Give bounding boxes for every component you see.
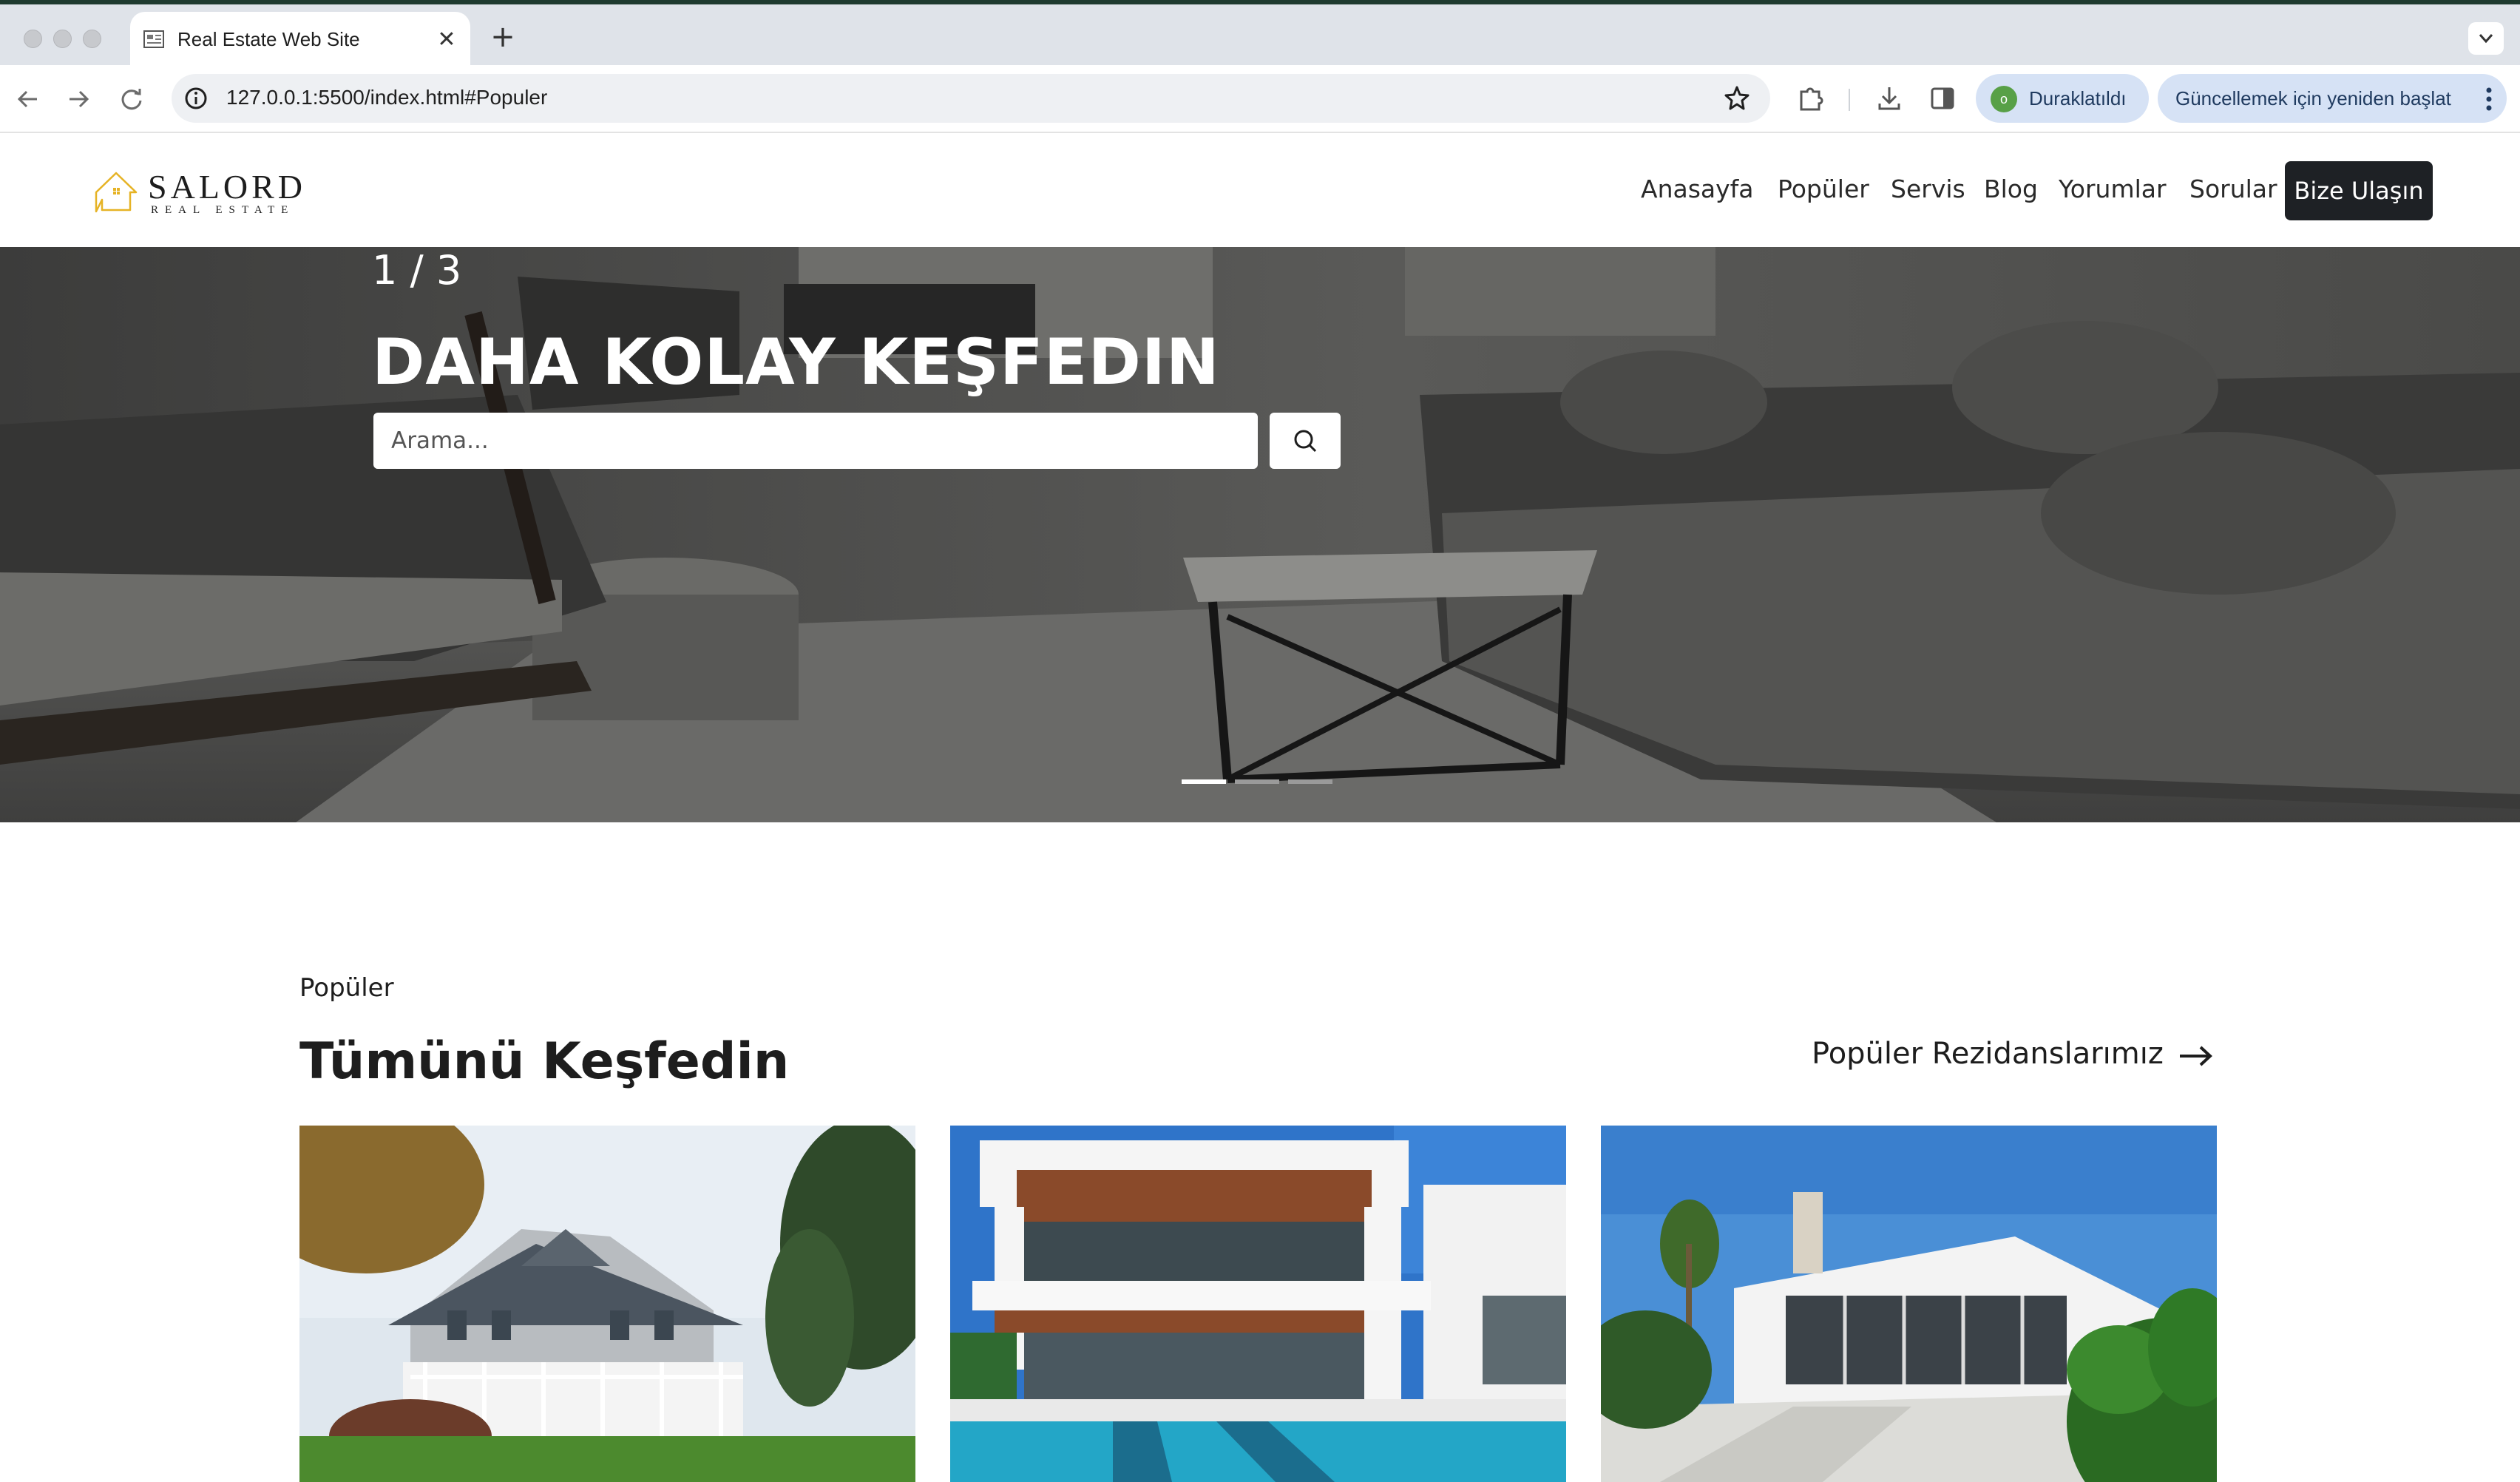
- tab-title: Real Estate Web Site: [177, 28, 360, 50]
- tab-search-button[interactable]: [2468, 22, 2504, 55]
- toolbar-divider: [1849, 89, 1850, 111]
- property-card-house[interactable]: [299, 1126, 915, 1482]
- chevron-down-icon: [2479, 34, 2493, 44]
- house-photo: [299, 1126, 915, 1482]
- browser-tab[interactable]: Real Estate Web Site ✕: [130, 12, 470, 70]
- slide-indicator-3[interactable]: [1288, 779, 1332, 784]
- update-button[interactable]: Güncellemek için yeniden başlat: [2158, 74, 2507, 123]
- house-logo-icon: [95, 172, 138, 213]
- nav-link-blog[interactable]: Blog: [1984, 175, 2038, 203]
- slide-counter: 1 / 3: [372, 247, 462, 294]
- villa-photo: [950, 1126, 1566, 1482]
- back-arrow-icon[interactable]: [10, 81, 46, 117]
- download-icon[interactable]: [1872, 81, 1906, 115]
- extensions-puzzle-icon[interactable]: [1794, 81, 1828, 115]
- url-text[interactable]: 127.0.0.1:5500/index.html#Populer: [226, 86, 547, 109]
- profile-status: Duraklatıldı: [2029, 87, 2127, 109]
- logo-subtitle: REAL ESTATE: [151, 204, 295, 216]
- side-panel-icon[interactable]: [1925, 81, 1960, 115]
- nav-link-sorular[interactable]: Sorular: [2189, 175, 2277, 203]
- section-title: Tümünü Keşfedin: [299, 1032, 790, 1091]
- popular-residences-link[interactable]: Popüler Rezidanslarımız: [1812, 1037, 2164, 1071]
- bookmark-star-icon[interactable]: [1721, 83, 1752, 114]
- property-card-villa[interactable]: [950, 1126, 1566, 1482]
- window-maximize-button[interactable]: [83, 30, 101, 48]
- profile-button[interactable]: o Duraklatıldı: [1976, 74, 2149, 123]
- site-info-icon[interactable]: [180, 83, 211, 114]
- arrow-right-icon[interactable]: [2177, 1040, 2214, 1072]
- address-bar[interactable]: 127.0.0.1:5500/index.html#Populer: [172, 74, 1770, 123]
- search-icon: [1294, 430, 1317, 453]
- section-eyebrow: Popüler: [299, 973, 394, 1003]
- update-label: Güncellemek için yeniden başlat: [2175, 87, 2451, 109]
- property-card-modern-house[interactable]: [1601, 1126, 2217, 1482]
- search-input[interactable]: [373, 413, 1258, 469]
- browser-tab-strip: Real Estate Web Site ✕ +: [0, 0, 2520, 70]
- new-tab-icon[interactable]: +: [488, 22, 518, 52]
- more-menu-icon[interactable]: [2482, 84, 2496, 114]
- modern-house-photo: [1601, 1126, 2217, 1482]
- window-minimize-button[interactable]: [53, 30, 72, 48]
- nav-link-populer[interactable]: Popüler: [1778, 175, 1869, 203]
- nav-link-servis[interactable]: Servis: [1891, 175, 1965, 203]
- reload-icon[interactable]: [114, 81, 149, 117]
- logo-name: SALORD: [148, 168, 307, 206]
- nav-link-yorumlar[interactable]: Yorumlar: [2059, 175, 2167, 203]
- page-favicon-icon: [143, 30, 164, 48]
- hero-slider: 1 / 3 DAHA KOLAY KEŞFEDIN: [0, 247, 2520, 822]
- window-close-button[interactable]: [24, 30, 42, 48]
- tab-close-icon[interactable]: ✕: [433, 27, 460, 53]
- site-header: SALORD REAL ESTATE Anasayfa Popüler Serv…: [0, 135, 2520, 247]
- site-logo[interactable]: SALORD REAL ESTATE: [92, 164, 302, 217]
- slide-indicator-1[interactable]: [1182, 779, 1226, 784]
- browser-toolbar: 127.0.0.1:5500/index.html#Populer o Dura…: [0, 65, 2520, 133]
- slide-indicator-2[interactable]: [1235, 779, 1279, 784]
- profile-avatar: o: [1991, 86, 2017, 112]
- search-button[interactable]: [1270, 413, 1341, 469]
- forward-arrow-icon[interactable]: [61, 81, 96, 117]
- contact-button[interactable]: Bize Ulaşın: [2285, 161, 2433, 220]
- hero-title: DAHA KOLAY KEŞFEDIN: [372, 325, 1220, 399]
- nav-link-anasayfa[interactable]: Anasayfa: [1641, 175, 1754, 203]
